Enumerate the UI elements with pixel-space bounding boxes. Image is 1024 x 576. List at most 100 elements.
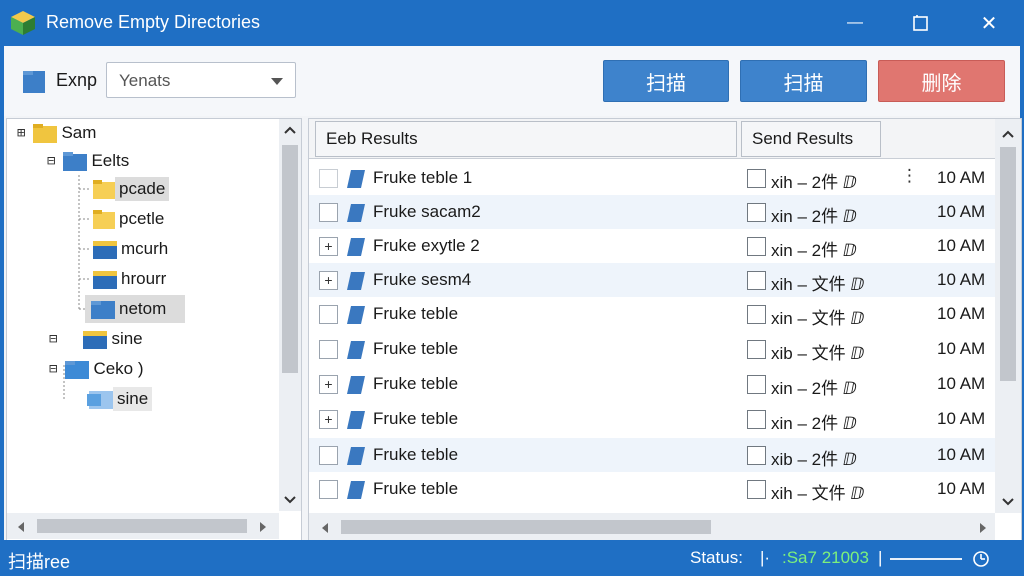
folder-icon: [347, 447, 365, 465]
table-row[interactable]: + Fruke teble xin – 2件 ⅅ 10 AM: [309, 402, 995, 436]
result-name: Fruke sesm4: [373, 270, 472, 289]
table-row[interactable]: Fruke teble xib – 2件 ⅅ 10 AM: [309, 438, 995, 472]
results-list[interactable]: Eeb Results Send Results Fruke teble 1 x…: [308, 118, 1022, 542]
chevron-down-icon: [271, 78, 283, 85]
tree-item-ceko[interactable]: ⊟ Ceko ): [49, 355, 148, 383]
tree-horizontal-scrollbar[interactable]: [7, 513, 279, 539]
row-checkbox[interactable]: +: [319, 375, 338, 394]
table-row[interactable]: Fruke sacam2 xin – 2件 ⅅ 10 AM: [309, 195, 995, 229]
tree-item-hrourr[interactable]: hrourr: [93, 265, 170, 293]
send-result: xin – 2件 ⅅ: [771, 379, 857, 398]
scroll-down-icon[interactable]: [284, 495, 296, 505]
row-checkbox[interactable]: +: [319, 237, 338, 256]
minimize-button[interactable]: —: [822, 0, 888, 46]
row-checkbox[interactable]: +: [319, 271, 338, 290]
tree-item-netom[interactable]: netom: [85, 295, 185, 323]
scroll-left-icon[interactable]: [17, 521, 25, 533]
tree-item-pcade[interactable]: pcade: [93, 175, 170, 203]
send-checkbox[interactable]: [747, 271, 766, 290]
send-result: xin – 2件 ⅅ: [771, 414, 857, 433]
scroll-left-icon[interactable]: [321, 522, 329, 534]
send-checkbox[interactable]: [747, 237, 766, 256]
send-result: xin – 2件 ⅅ: [771, 207, 857, 226]
send-result: xih – 文件 ⅅ: [771, 275, 865, 294]
column-header-eb-results[interactable]: Eeb Results: [315, 121, 737, 157]
scroll-up-icon[interactable]: [284, 125, 296, 135]
scan-button-1[interactable]: 扫描: [603, 60, 729, 102]
result-name: Fruke teble 1: [373, 168, 473, 187]
close-button[interactable]: ✕: [956, 0, 1022, 46]
collapse-icon[interactable]: ⊟: [49, 361, 57, 377]
send-checkbox[interactable]: [747, 446, 766, 465]
table-row[interactable]: Fruke teble xib – 文件 ⅅ 10 AM: [309, 332, 995, 366]
close-icon: ✕: [980, 12, 998, 35]
list-horizontal-scrollbar[interactable]: [309, 513, 995, 541]
tree-item-label: sine: [111, 329, 143, 348]
scrollbar-thumb[interactable]: [1000, 147, 1016, 381]
tree-item-label: Sam: [61, 123, 97, 142]
path-label: Exnp: [56, 70, 98, 90]
folder-icon: [347, 341, 365, 359]
more-options-icon[interactable]: ⋮: [901, 166, 918, 186]
column-header-send-results[interactable]: Send Results: [741, 121, 881, 157]
table-row[interactable]: Fruke teble 1 xih – 2件 ⅅ ⋮ 10 AM: [309, 161, 995, 195]
tree-item-sam[interactable]: ⊞ Sam: [17, 119, 100, 147]
send-checkbox[interactable]: [747, 203, 766, 222]
folder-icon: [347, 204, 365, 222]
tree-item-label: netom: [119, 299, 167, 318]
folder-icon: [23, 71, 45, 93]
row-checkbox[interactable]: +: [319, 410, 338, 429]
tree-item-pcetle[interactable]: pcetle: [93, 205, 168, 233]
delete-button[interactable]: 删除: [878, 60, 1005, 102]
folder-icon: [33, 124, 58, 143]
expand-icon[interactable]: ⊞: [17, 125, 25, 141]
folder-icon: [93, 271, 117, 289]
folder-icon: [87, 391, 113, 409]
send-checkbox[interactable]: [747, 305, 766, 324]
row-checkbox[interactable]: [319, 305, 338, 324]
scan-button-2[interactable]: 扫描: [740, 60, 867, 102]
send-checkbox[interactable]: [747, 410, 766, 429]
collapse-icon[interactable]: ⊟: [49, 331, 57, 347]
send-checkbox[interactable]: [747, 169, 766, 188]
status-label: Status:: [690, 548, 743, 567]
maximize-button[interactable]: [888, 0, 954, 46]
tree-vertical-scrollbar[interactable]: [279, 119, 301, 511]
path-dropdown[interactable]: Yenats: [106, 62, 296, 98]
clock-icon: [973, 551, 989, 567]
row-checkbox[interactable]: [319, 446, 338, 465]
tree-item-mcurh[interactable]: mcurh: [93, 235, 172, 263]
row-checkbox[interactable]: [319, 203, 338, 222]
send-checkbox[interactable]: [747, 480, 766, 499]
toolbar: Exnp Yenats 扫描 扫描 删除: [4, 46, 1020, 116]
client-area: Exnp Yenats 扫描 扫描 删除 ⊞ Sam ⊟ Eelts pcade…: [4, 46, 1022, 542]
tree-item-eelts[interactable]: ⊟ Eelts: [47, 147, 133, 175]
scroll-down-icon[interactable]: [1002, 497, 1014, 507]
scrollbar-thumb[interactable]: [282, 145, 298, 373]
directory-tree[interactable]: ⊞ Sam ⊟ Eelts pcade pcetle mcurh hrourr: [6, 118, 302, 542]
collapse-icon[interactable]: ⊟: [47, 153, 55, 169]
tree-item-sine[interactable]: ⊟ sine: [49, 325, 147, 353]
row-checkbox[interactable]: [319, 480, 338, 499]
table-row[interactable]: Fruke teble xih – 文件 ⅅ 10 AM: [309, 472, 995, 506]
status-left-text: 扫描ree: [8, 552, 71, 572]
scroll-right-icon[interactable]: [259, 521, 267, 533]
table-row[interactable]: + Fruke exytle 2 xin – 2件 ⅅ 10 AM: [309, 229, 995, 263]
folder-icon: [347, 272, 365, 290]
table-row[interactable]: + Fruke teble xin – 2件 ⅅ 10 AM: [309, 367, 995, 401]
send-checkbox[interactable]: [747, 340, 766, 359]
table-row[interactable]: + Fruke sesm4 xih – 文件 ⅅ 10 AM: [309, 263, 995, 297]
title-bar: Remove Empty Directories — ✕: [0, 0, 1024, 46]
send-checkbox[interactable]: [747, 375, 766, 394]
scrollbar-thumb[interactable]: [341, 520, 711, 534]
send-result: xih – 2件 ⅅ: [771, 173, 857, 192]
scroll-up-icon[interactable]: [1002, 129, 1014, 139]
window-title: Remove Empty Directories: [46, 12, 261, 32]
table-row[interactable]: Fruke teble xin – 文件 ⅅ 10 AM: [309, 297, 995, 331]
tree-item-sine-2[interactable]: sine: [87, 385, 153, 413]
row-checkbox[interactable]: [319, 169, 338, 188]
row-checkbox[interactable]: [319, 340, 338, 359]
scrollbar-thumb[interactable]: [37, 519, 247, 533]
list-vertical-scrollbar[interactable]: [995, 119, 1021, 513]
scroll-right-icon[interactable]: [979, 522, 987, 534]
